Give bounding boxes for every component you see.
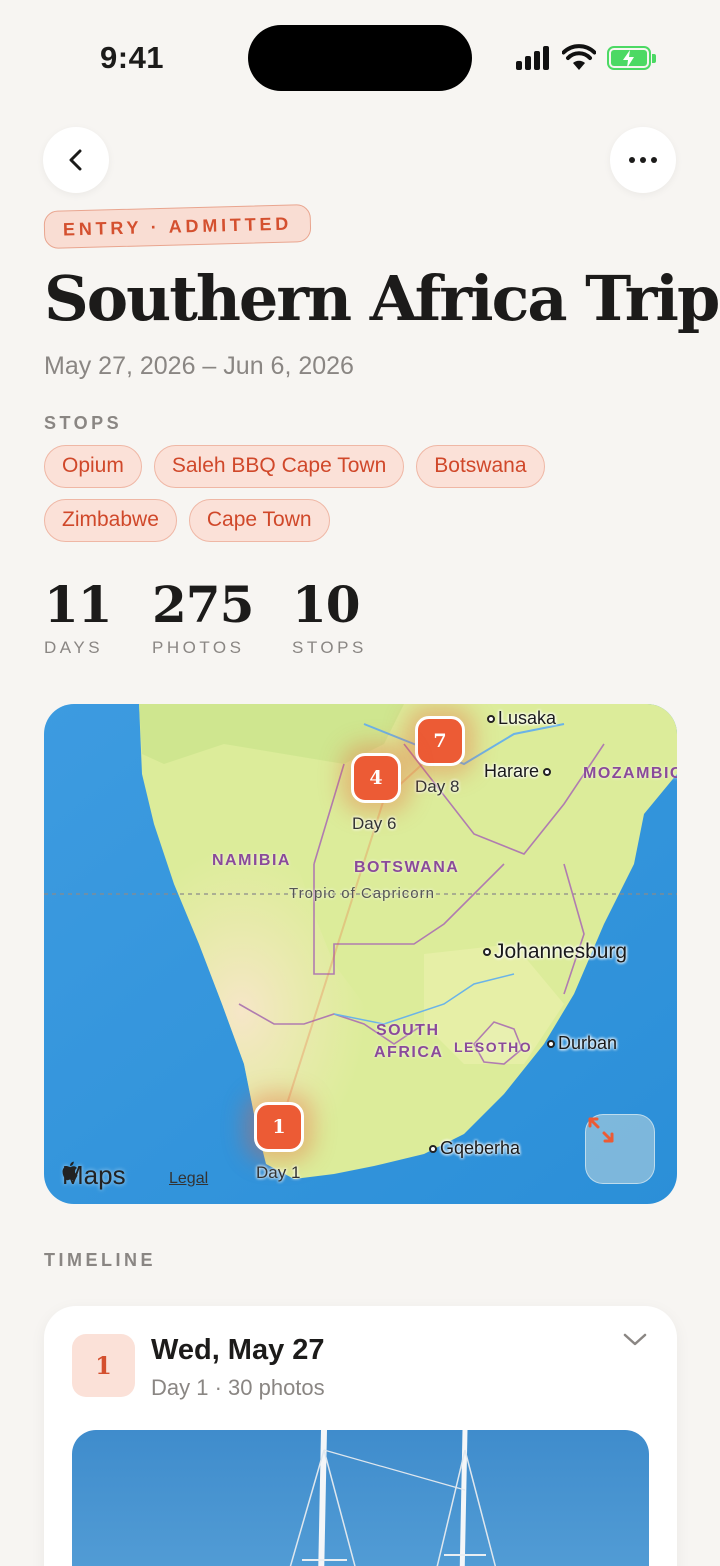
chevron-down-icon[interactable] (622, 1332, 648, 1348)
stat-value: 10 (292, 575, 361, 634)
stat-photos: 275 PHOTOS (152, 574, 254, 658)
map-city-label: Lusaka (487, 708, 556, 729)
trip-map[interactable]: NAMIBIA BOTSWANA SOUTH AFRICA LESOTHO MO… (44, 704, 677, 1204)
cellular-signal-icon (516, 46, 552, 70)
map-country-label: BOTSWANA (354, 859, 460, 876)
stat-stops: 10 STOPS (292, 574, 367, 658)
page-title: Southern Africa Trip (44, 262, 720, 335)
map-country-label: MOZAMBIC (583, 765, 677, 782)
map-country-label: NAMIBIA (212, 852, 291, 869)
status-bar: 9:41 (0, 0, 720, 110)
stat-label: STOPS (292, 638, 367, 657)
apple-logo-icon (62, 1161, 78, 1181)
chevron-left-icon (69, 149, 82, 171)
map-pin[interactable]: 7 (415, 716, 465, 766)
entry-status-badge: ENTRY · ADMITTED (43, 204, 312, 249)
map-city-label: Gqeberha (429, 1138, 520, 1159)
stop-chip[interactable]: Opium (44, 445, 142, 488)
map-pin[interactable]: 1 (254, 1102, 304, 1152)
battery-icon (607, 46, 657, 72)
day-number-badge: 1 (72, 1334, 135, 1397)
map-city-label: Durban (547, 1033, 617, 1054)
stop-chip[interactable]: Saleh BBQ Cape Town (153, 445, 405, 488)
map-city-label: Johannesburg (483, 940, 627, 964)
status-time: 9:41 (100, 40, 165, 75)
stat-label: PHOTOS (152, 638, 245, 657)
stat-value: 275 (152, 575, 254, 634)
timeline-section-label: TIMELINE (44, 1250, 156, 1270)
stop-chip[interactable]: Zimbabwe (44, 499, 177, 542)
trip-dates: May 27, 2026 – Jun 6, 2026 (44, 352, 354, 380)
map-country-label: SOUTH (376, 1022, 440, 1039)
stat-days: 11 DAYS (44, 574, 113, 658)
stop-chip[interactable]: Cape Town (188, 499, 330, 542)
expand-arrows-icon (588, 1117, 614, 1143)
day-date: Wed, May 27 (151, 1334, 325, 1366)
map-pin-label: Day 1 (256, 1163, 301, 1182)
timeline-day-card[interactable]: 1 Wed, May 27 Day 1 · 30 photos (44, 1306, 677, 1566)
dynamic-island (248, 25, 472, 91)
apple-maps-attribution: Maps (62, 1160, 126, 1191)
map-pin[interactable]: 4 (351, 753, 401, 803)
wifi-icon (562, 44, 596, 70)
day-summary: Day 1 · 30 photos (151, 1375, 325, 1400)
ellipsis-icon (629, 157, 657, 163)
map-pin-label: Day 6 (352, 814, 397, 833)
map-city-label: Harare (484, 761, 554, 782)
stop-chip[interactable]: Botswana (416, 445, 545, 488)
expand-map-button[interactable] (585, 1114, 655, 1184)
day-photo[interactable] (72, 1430, 649, 1566)
back-button[interactable] (43, 127, 109, 193)
more-options-button[interactable] (610, 127, 676, 193)
stat-label: DAYS (44, 638, 104, 657)
map-pin-label: Day 8 (415, 777, 460, 796)
map-country-label: AFRICA (374, 1044, 444, 1061)
stops-section-label: STOPS (44, 413, 123, 433)
sailboat-masts-image (289, 1430, 497, 1566)
tropic-label: Tropic of Capricorn (289, 885, 435, 902)
map-country-label: LESOTHO (454, 1039, 533, 1055)
stops-chip-list: Opium Saleh BBQ Cape Town Botswana Zimba… (44, 445, 684, 542)
map-legal-link[interactable]: Legal (169, 1170, 208, 1188)
stat-value: 11 (44, 575, 113, 634)
